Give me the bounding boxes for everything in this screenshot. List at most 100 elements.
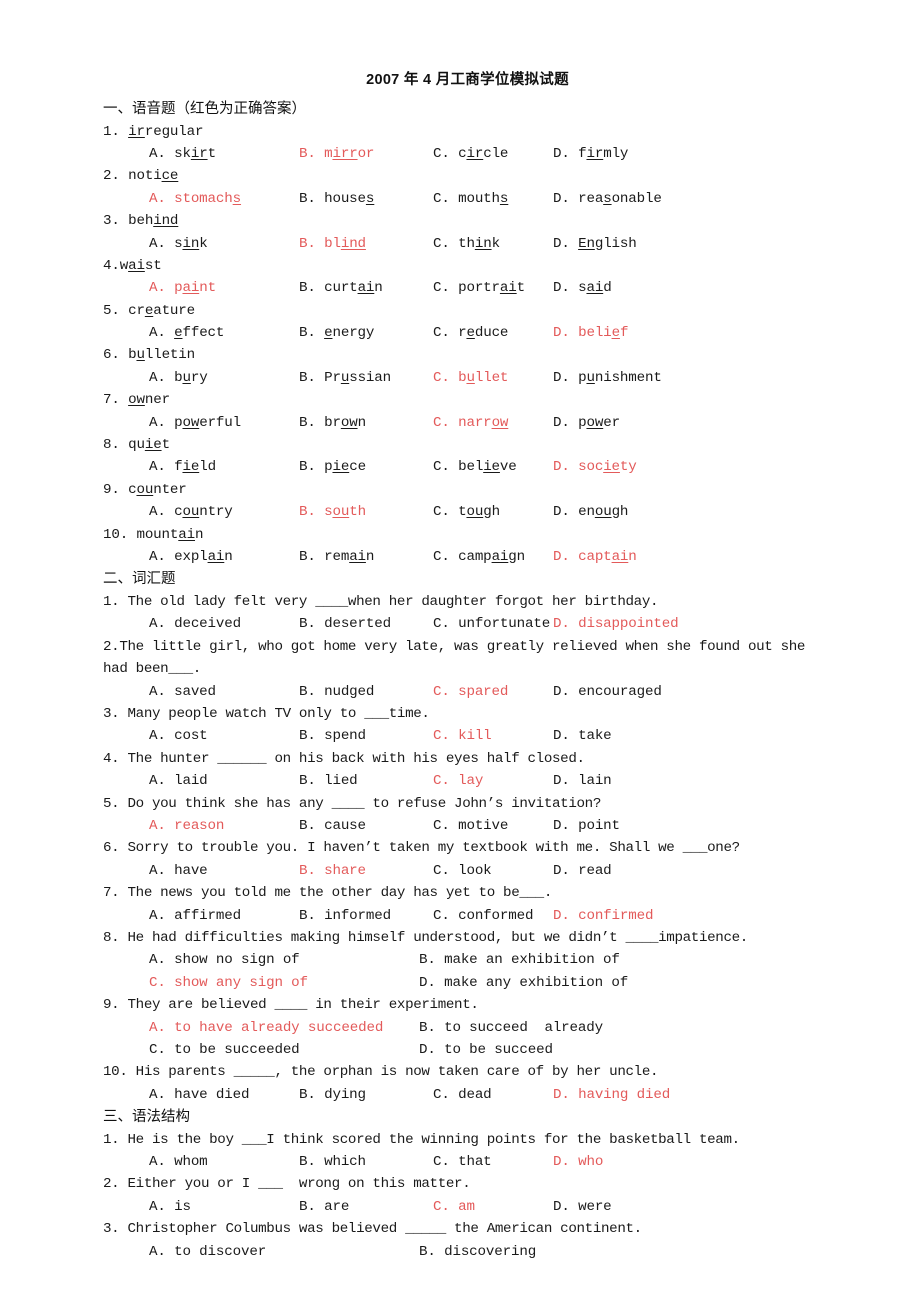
option-d[interactable]: D. read <box>553 860 612 882</box>
option-c[interactable]: C. kill <box>433 725 492 747</box>
option-b[interactable]: B. curtain <box>299 277 383 299</box>
option-a[interactable]: A. show no sign of <box>149 949 300 971</box>
option-d[interactable]: D. point <box>553 815 620 837</box>
option-a[interactable]: A. to have already succeeded <box>149 1017 383 1039</box>
option-b[interactable]: B. remain <box>299 546 374 568</box>
option-a[interactable]: A. effect <box>149 322 224 344</box>
option-c[interactable]: C. tough <box>433 501 500 523</box>
option-c[interactable]: C. conformed <box>433 905 534 927</box>
option-d[interactable]: D. punishment <box>553 367 662 389</box>
option-c[interactable]: C. portrait <box>433 277 525 299</box>
option-d[interactable]: D. English <box>553 233 637 255</box>
option-d[interactable]: D. to be succeed <box>419 1039 553 1061</box>
option-a[interactable]: A. whom <box>149 1151 208 1173</box>
option-text: ry <box>190 369 208 386</box>
option-b[interactable]: B. dying <box>299 1084 366 1106</box>
option-b[interactable]: B. spend <box>299 725 366 747</box>
option-c[interactable]: C. campaign <box>433 546 525 568</box>
option-text: n <box>365 549 375 566</box>
option-c[interactable]: C. motive <box>433 815 508 837</box>
option-d[interactable]: D. disappointed <box>553 613 679 635</box>
option-c[interactable]: C. believe <box>433 456 517 478</box>
option-a[interactable]: A. have <box>149 860 208 882</box>
option-c[interactable]: C. to be succeeded <box>149 1039 300 1061</box>
option-c[interactable]: C. am <box>433 1196 475 1218</box>
option-c[interactable]: C. narrow <box>433 412 508 434</box>
option-c[interactable]: C. that <box>433 1151 492 1173</box>
option-d[interactable]: D. having died <box>553 1084 670 1106</box>
option-b[interactable]: B. which <box>299 1151 366 1173</box>
option-c[interactable]: C. bullet <box>433 367 508 389</box>
option-a[interactable]: A. sink <box>149 233 208 255</box>
option-c[interactable]: C. think <box>433 233 500 255</box>
option-b[interactable]: B. mirror <box>299 143 374 165</box>
option-b[interactable]: B. brown <box>299 412 366 434</box>
option-d[interactable]: D. encouraged <box>553 681 662 703</box>
option-b[interactable]: B. Prussian <box>299 367 391 389</box>
option-a[interactable]: A. deceived <box>149 613 241 635</box>
option-a[interactable]: A. laid <box>149 770 208 792</box>
option-d[interactable]: D. society <box>553 456 637 478</box>
stem-text: n <box>195 526 204 543</box>
option-d[interactable]: D. said <box>553 277 612 299</box>
option-c[interactable]: C. spared <box>433 681 508 703</box>
option-a[interactable]: A. powerful <box>149 412 241 434</box>
option-b[interactable]: B. houses <box>299 188 374 210</box>
option-d[interactable]: D. captain <box>553 546 637 568</box>
option-a[interactable]: A. have died <box>149 1084 250 1106</box>
option-b[interactable]: B. share <box>299 860 366 882</box>
option-b[interactable]: B. informed <box>299 905 391 927</box>
option-b[interactable]: B. to succeed already <box>419 1017 603 1039</box>
option-c[interactable]: C. reduce <box>433 322 508 344</box>
option-c[interactable]: C. look <box>433 860 492 882</box>
option-letter: C. <box>433 504 459 521</box>
option-a[interactable]: A. skirt <box>149 143 216 165</box>
option-a[interactable]: A. country <box>149 501 233 523</box>
option-b[interactable]: B. discovering <box>419 1241 536 1263</box>
option-a[interactable]: A. explain <box>149 546 233 568</box>
option-a[interactable]: A. to discover <box>149 1241 266 1263</box>
option-b[interactable]: B. energy <box>299 322 374 344</box>
option-a[interactable]: A. paint <box>149 277 216 299</box>
option-a[interactable]: A. is <box>149 1196 191 1218</box>
option-b[interactable]: B. piece <box>299 456 366 478</box>
option-c[interactable]: C. mouths <box>433 188 508 210</box>
option-d[interactable]: D. reasonable <box>553 188 662 210</box>
option-d[interactable]: D. take <box>553 725 612 747</box>
option-a[interactable]: A. affirmed <box>149 905 241 927</box>
option-a[interactable]: A. saved <box>149 681 216 703</box>
option-d[interactable]: D. power <box>553 412 620 434</box>
option-b[interactable]: B. blind <box>299 233 366 255</box>
option-a[interactable]: A. cost <box>149 725 208 747</box>
option-c[interactable]: C. unfortunate <box>433 613 550 635</box>
option-b[interactable]: B. lied <box>299 770 358 792</box>
option-b[interactable]: B. make an exhibition of <box>419 949 620 971</box>
option-c[interactable]: C. lay <box>433 770 483 792</box>
option-a[interactable]: A. field <box>149 456 216 478</box>
question-stem: 5. Do you think she has any ____ to refu… <box>103 795 601 812</box>
question-stem: 6. bulletin <box>103 344 832 366</box>
option-d[interactable]: D. make any exhibition of <box>419 972 628 994</box>
option-c[interactable]: C. dead <box>433 1084 492 1106</box>
option-c[interactable]: C. circle <box>433 143 508 165</box>
option-text: gh <box>483 504 500 521</box>
stem-underlined-letters: ou <box>136 481 154 498</box>
option-d[interactable]: D. enough <box>553 501 628 523</box>
option-c[interactable]: C. show any sign of <box>149 972 308 994</box>
option-d[interactable]: D. lain <box>553 770 612 792</box>
option-b[interactable]: B. cause <box>299 815 366 837</box>
option-d[interactable]: D. firmly <box>553 143 628 165</box>
option-b[interactable]: B. nudged <box>299 681 374 703</box>
option-d[interactable]: D. were <box>553 1196 612 1218</box>
option-d[interactable]: D. belief <box>553 322 628 344</box>
option-b[interactable]: B. are <box>299 1196 349 1218</box>
option-b[interactable]: B. south <box>299 501 366 523</box>
option-a[interactable]: A. stomachs <box>149 188 241 210</box>
option-d[interactable]: D. who <box>553 1151 603 1173</box>
stem-text: b <box>119 347 137 364</box>
option-letter: C. <box>433 414 459 431</box>
option-a[interactable]: A. reason <box>149 815 224 837</box>
option-d[interactable]: D. confirmed <box>553 905 654 927</box>
option-a[interactable]: A. bury <box>149 367 208 389</box>
option-b[interactable]: B. deserted <box>299 613 391 635</box>
